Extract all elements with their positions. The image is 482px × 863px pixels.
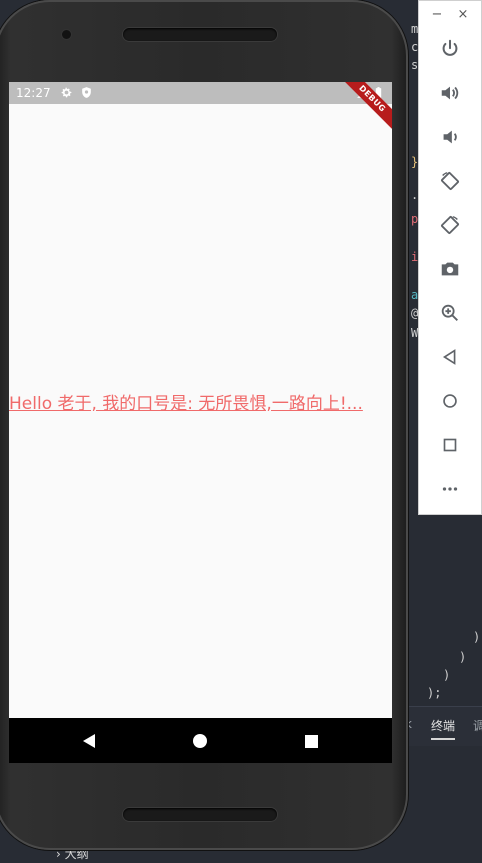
ide-tab-terminal[interactable]: 终端 [431,717,456,740]
volume-down-icon [443,130,457,144]
power-icon [442,39,458,56]
volume-up-button[interactable] [437,80,463,106]
ide-panel-tabs: k 终端 调 [405,706,482,746]
zoom-button[interactable] [437,300,463,326]
nav-home-button[interactable] [189,730,211,752]
ide-tab[interactable]: 调 [473,717,482,734]
more-icon [442,487,458,491]
navigation-bar [9,718,392,763]
status-time: 12:27 [16,86,51,100]
top-speaker [123,28,277,41]
screenshot-button[interactable] [437,256,463,282]
rotate-left-icon [441,172,459,190]
code-char: ) [443,668,451,682]
camera-icon [441,262,459,276]
front-camera-icon [62,30,71,39]
back-button[interactable] [437,344,463,370]
rotate-right-icon [441,216,459,234]
nav-back-button[interactable] [78,730,100,752]
back-icon [442,349,456,365]
home-button[interactable] [437,388,463,414]
rotate-left-button[interactable] [437,168,463,194]
status-bar: 12:27 DEBUG [9,82,392,133]
device-screen[interactable]: 12:27 DEBUG Hello 老于, 我的口号是: 无所畏惧,一路向上!.… [9,82,392,763]
overview-square-icon [304,734,318,748]
window-controls: − × [419,7,482,25]
overview-icon [443,438,457,452]
zoom-in-icon [441,304,458,321]
back-triangle-icon [83,734,95,748]
bottom-speaker [123,808,277,821]
emulator-toolbar: − × [418,0,482,515]
code-char: ) [473,630,481,644]
more-button[interactable] [437,476,463,502]
code-char: ) [459,650,467,664]
phone-frame: 12:27 DEBUG Hello 老于, 我的口号是: 无所畏惧,一路向上!.… [0,0,408,850]
hello-text: Hello 老于, 我的口号是: 无所畏惧,一路向上!... [9,394,363,414]
nav-overview-button[interactable] [300,730,322,752]
power-button[interactable] [437,36,463,62]
volume-down-button[interactable] [437,124,463,150]
close-button[interactable]: × [456,7,470,22]
settings-icon [61,87,72,98]
code-char: ); [427,686,442,700]
overview-button[interactable] [437,432,463,458]
volume-up-icon [441,86,459,100]
minimize-button[interactable]: − [430,7,444,22]
home-icon [443,394,457,408]
rotate-right-button[interactable] [437,212,463,238]
shield-icon [82,87,91,98]
home-circle-icon [193,734,207,748]
